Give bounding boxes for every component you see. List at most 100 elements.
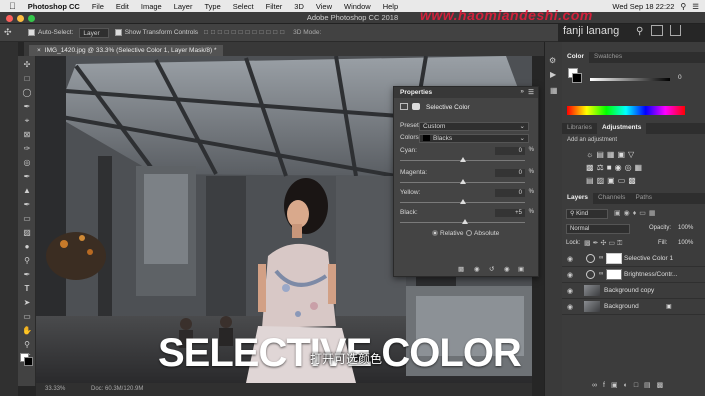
tab-channels[interactable]: Channels <box>593 193 630 204</box>
workspace-icon[interactable] <box>651 25 663 36</box>
menu-image[interactable]: Image <box>135 2 168 11</box>
selective-color-icon[interactable]: ▩ <box>628 176 639 185</box>
eye-icon[interactable]: ◉ <box>567 287 576 295</box>
menu-3d[interactable]: 3D <box>288 2 310 11</box>
tab-layers[interactable]: Layers <box>562 193 593 204</box>
layer-row[interactable]: ◉ ∞ Brightness/Contr... <box>562 267 705 283</box>
trash-icon[interactable]: ▣ <box>518 265 524 273</box>
auto-select-dropdown[interactable]: Layer <box>79 27 109 38</box>
magenta-slider[interactable] <box>400 179 525 184</box>
fx-icon[interactable]: f <box>603 382 611 389</box>
slider-thumb[interactable] <box>459 157 466 162</box>
layer-row[interactable]: ◉ Background ▣ <box>562 299 705 315</box>
eye-icon[interactable]: ◉ <box>567 255 576 263</box>
move-tool-icon[interactable]: ✣ <box>21 59 33 71</box>
yellow-slider[interactable] <box>400 199 525 204</box>
menu-type[interactable]: Type <box>198 2 226 11</box>
menu-select[interactable]: Select <box>227 2 260 11</box>
blend-mode-dropdown[interactable]: Normal <box>566 224 630 234</box>
eraser-tool-icon[interactable]: ▭ <box>21 213 33 225</box>
fill-value[interactable]: 100% <box>678 240 693 246</box>
properties-header[interactable]: Properties » ☰ <box>394 87 538 98</box>
eye-icon[interactable]: ◉ <box>567 271 576 279</box>
filter-icons[interactable]: ▣◉♦▭▦ <box>614 209 659 217</box>
relative-radio[interactable]: Relative <box>432 230 463 237</box>
path-select-tool-icon[interactable]: ➤ <box>21 297 33 309</box>
new-group-icon[interactable]: □ <box>634 382 644 389</box>
menu-help[interactable]: Help <box>377 2 404 11</box>
colors-dropdown[interactable]: Blacks ⌄ <box>419 134 529 143</box>
tab-swatches[interactable]: Swatches <box>589 52 627 63</box>
slider-thumb[interactable] <box>459 199 466 204</box>
tab-adjustments[interactable]: Adjustments <box>596 123 647 134</box>
lasso-tool-icon[interactable]: ◯ <box>21 87 33 99</box>
opacity-value[interactable]: 100% <box>678 225 693 231</box>
document-tab[interactable]: × IMG_1420.jpg @ 33.3% (Selective Color 1… <box>29 45 223 56</box>
lock-icons[interactable]: ▩✒✣▭⚿ <box>584 239 624 248</box>
mask-icon[interactable] <box>412 103 420 110</box>
share-icon[interactable] <box>670 25 681 36</box>
move-tool-icon[interactable]: ✣ <box>4 27 12 38</box>
photo-filter-icon[interactable]: ◉ <box>615 163 625 172</box>
marquee-tool-icon[interactable]: □ <box>21 73 33 85</box>
history-brush-icon[interactable]: ✒ <box>21 199 33 211</box>
k-value[interactable]: 0 <box>678 74 682 81</box>
panel-menu-icon[interactable]: ☰ <box>528 88 534 96</box>
clone-stamp-icon[interactable]: ▲ <box>21 185 33 197</box>
gradient-tool-icon[interactable]: ▨ <box>21 227 33 239</box>
close-tab-icon[interactable]: × <box>37 47 41 54</box>
tab-libraries[interactable]: Libraries <box>562 123 597 134</box>
black-value-field[interactable]: +5 <box>495 209 525 217</box>
k-slider[interactable] <box>590 78 670 81</box>
invert-icon[interactable]: ▤ <box>586 176 597 185</box>
cyan-slider[interactable] <box>400 157 525 162</box>
color-spectrum[interactable] <box>567 106 685 115</box>
bw-icon[interactable]: ■ <box>607 163 615 172</box>
align-icons[interactable]: □□□□□□□□□□□□ <box>204 29 287 36</box>
menu-list-icon[interactable]: ☰ <box>692 2 699 11</box>
lookup-icon[interactable]: ▦ <box>635 163 646 172</box>
blur-tool-icon[interactable]: ● <box>21 241 33 253</box>
apple-icon[interactable]:  <box>0 1 22 11</box>
levels-icon[interactable]: ▤ <box>596 150 607 159</box>
dodge-tool-icon[interactable]: ⚲ <box>21 255 33 267</box>
menu-edit[interactable]: Edit <box>110 2 135 11</box>
magenta-value-field[interactable]: 0 <box>495 169 525 177</box>
menu-filter[interactable]: Filter <box>260 2 289 11</box>
mixer-icon[interactable]: ◎ <box>625 163 635 172</box>
search-icon[interactable]: ⚲ <box>680 2 686 11</box>
doc-size[interactable]: Doc: 60.3M/120.9M <box>91 386 143 392</box>
pen-tool-icon[interactable]: ✒ <box>21 269 33 281</box>
posterize-icon[interactable]: ▨ <box>597 176 608 185</box>
tab-paths[interactable]: Paths <box>630 193 657 204</box>
hue-icon[interactable]: ▩ <box>586 163 597 172</box>
threshold-icon[interactable]: ▣ <box>607 176 618 185</box>
clip-to-layer-icon[interactable]: ▩ <box>458 265 464 273</box>
crop-tool-icon[interactable]: ⌖ <box>21 115 33 127</box>
eye-icon[interactable]: ◉ <box>567 303 576 311</box>
menu-window[interactable]: Window <box>338 2 377 11</box>
transform-controls-checkbox[interactable]: Show Transform Controls <box>114 28 198 36</box>
play-icon[interactable]: ▶ <box>550 70 556 79</box>
hand-tool-icon[interactable]: ✋ <box>21 325 33 337</box>
balance-icon[interactable]: ⚖ <box>597 163 607 172</box>
collapse-panel-icon[interactable]: » <box>520 88 524 95</box>
new-layer-icon[interactable]: ▤ <box>644 382 657 389</box>
reset-icon[interactable]: ↺ <box>489 265 494 273</box>
layer-mask-thumbnail[interactable] <box>606 253 622 264</box>
exposure-icon[interactable]: ▣ <box>617 150 628 159</box>
brush-tool-icon[interactable]: ✒ <box>21 171 33 183</box>
cyan-value-field[interactable]: 0 <box>495 147 525 155</box>
brightness-icon[interactable]: ☼ <box>586 150 596 159</box>
user-name[interactable]: fanji lanang <box>563 25 619 37</box>
slider-thumb[interactable] <box>462 219 468 224</box>
layer-row[interactable]: ◉ Background copy <box>562 283 705 299</box>
black-slider[interactable] <box>400 219 525 224</box>
healing-brush-icon[interactable]: ◎ <box>21 157 33 169</box>
layer-filter-dropdown[interactable]: ⚲ Kind <box>566 209 608 219</box>
menu-view[interactable]: View <box>310 2 338 11</box>
menu-layer[interactable]: Layer <box>168 2 199 11</box>
menu-app-name[interactable]: Photoshop CC <box>22 2 86 11</box>
view-previous-icon[interactable]: ◉ <box>474 265 480 273</box>
eyedropper-tool-icon[interactable]: ✑ <box>21 143 33 155</box>
